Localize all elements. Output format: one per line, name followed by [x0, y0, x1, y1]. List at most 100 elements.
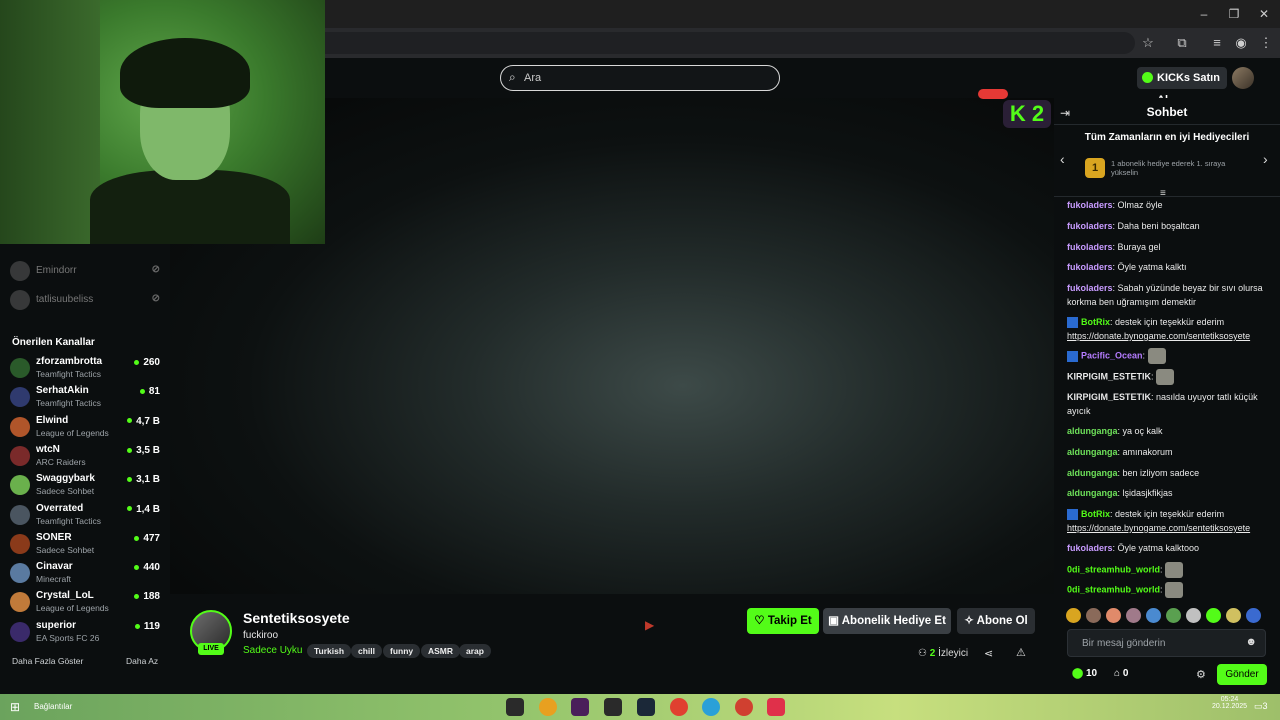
- emote-icon[interactable]: [1146, 608, 1161, 623]
- chat-username[interactable]: aldunganga: [1067, 488, 1118, 498]
- extensions-icon[interactable]: ⧉: [1172, 33, 1192, 53]
- chat-username[interactable]: BotRix: [1081, 317, 1110, 327]
- chat-username[interactable]: Pacific_Ocean: [1081, 350, 1143, 360]
- sidebar-channel[interactable]: wtcN ARC Raiders 3,5 B: [10, 443, 160, 471]
- chrome-icon[interactable]: [539, 698, 557, 716]
- tag[interactable]: arap: [459, 644, 491, 658]
- bookmarks-label[interactable]: Bağlantılar: [34, 702, 72, 711]
- chat-username[interactable]: fukoladers: [1067, 221, 1113, 231]
- send-button[interactable]: Gönder: [1217, 664, 1267, 685]
- chat-username[interactable]: KIRPIGIM_ESTETIK: [1067, 371, 1151, 381]
- chat-username[interactable]: 0di_streamhub_world: [1067, 564, 1160, 574]
- emote-icon[interactable]: [1226, 608, 1241, 623]
- close-icon[interactable]: ✕: [1256, 6, 1272, 22]
- kicks-balance[interactable]: ⬤ 10: [1072, 668, 1097, 679]
- donation-link[interactable]: https://donate.bynogame.com/sentetiksosy…: [1067, 523, 1250, 533]
- chat-username[interactable]: aldunganga: [1067, 447, 1118, 457]
- chrome-profile-icon[interactable]: [735, 698, 753, 716]
- chat-username[interactable]: aldunganga: [1067, 468, 1118, 478]
- chat-username[interactable]: 0di_streamhub_world: [1067, 584, 1160, 594]
- sidebar-followed-channel[interactable]: tatlisuubeliss ⊘: [10, 287, 160, 315]
- chat-username[interactable]: KIRPIGIM_ESTETIK: [1067, 392, 1151, 402]
- sidebar-channel[interactable]: superior EA Sports FC 26 119: [10, 619, 160, 647]
- channel-viewers: 3,1 B: [127, 474, 160, 485]
- report-icon[interactable]: ⚠: [1016, 646, 1026, 659]
- chevron-right-icon[interactable]: ›: [1263, 151, 1268, 167]
- chat-username[interactable]: fukoladers: [1067, 242, 1113, 252]
- mouse-cursor-icon: ▶: [645, 618, 655, 632]
- maximize-icon[interactable]: ❐: [1226, 6, 1242, 22]
- subscribe-button[interactable]: ✧ Abone Ol: [957, 608, 1035, 634]
- gift-sub-button[interactable]: ▣ Abonelik Hediye Et: [823, 608, 951, 634]
- tag[interactable]: chill: [351, 644, 383, 658]
- app-icon[interactable]: [506, 698, 524, 716]
- buy-kicks-button[interactable]: KICKs Satın Al: [1137, 67, 1227, 106]
- chat-username[interactable]: aldunganga: [1067, 426, 1118, 436]
- tag[interactable]: ASMR: [421, 644, 461, 658]
- windows-start-icon[interactable]: ⊞: [10, 700, 20, 714]
- channel-category: League of Legends: [36, 427, 109, 438]
- app-icon[interactable]: [571, 698, 589, 716]
- chat-settings-icon[interactable]: ⚙: [1196, 668, 1206, 681]
- sidebar-channel[interactable]: Elwind League of Legends 4,7 B: [10, 414, 160, 442]
- sidebar-channel[interactable]: Cinavar Minecraft 440: [10, 560, 160, 588]
- donation-link[interactable]: https://donate.bynogame.com/sentetiksosy…: [1067, 331, 1250, 341]
- tag[interactable]: funny: [383, 644, 421, 658]
- show-more-link[interactable]: Daha Fazla Göster: [12, 656, 83, 666]
- reading-list-icon[interactable]: ≡: [1207, 33, 1227, 53]
- browser-menu-icon[interactable]: ⋮: [1256, 33, 1276, 53]
- chat-username[interactable]: fukoladers: [1067, 283, 1113, 293]
- emote-icon[interactable]: [1126, 608, 1141, 623]
- bookmark-star-icon[interactable]: ☆: [1138, 33, 1158, 53]
- chevron-left-icon[interactable]: ‹: [1060, 151, 1065, 167]
- address-bar[interactable]: [300, 32, 1135, 54]
- chat-username[interactable]: fukoladers: [1067, 200, 1113, 210]
- profile-icon[interactable]: ◉: [1231, 33, 1251, 53]
- epic-games-icon[interactable]: [604, 698, 622, 716]
- minimize-icon[interactable]: –: [1196, 6, 1212, 22]
- notifications-icon[interactable]: ▭3: [1254, 701, 1268, 712]
- tag[interactable]: Turkish: [307, 644, 352, 658]
- emoji-icon[interactable]: ☻: [1245, 636, 1257, 648]
- sidebar-channel[interactable]: zforzambrotta Teamfight Tactics 260: [10, 355, 160, 383]
- sidebar-channel[interactable]: Crystal_LoL League of Legends 188: [10, 589, 160, 617]
- sidebar-channel[interactable]: Swaggybark Sadece Sohbet 3,1 B: [10, 472, 160, 500]
- clock[interactable]: 05:24 20.12.2025: [1212, 696, 1247, 710]
- streamer-name[interactable]: Sentetiksosyete: [243, 610, 350, 626]
- avatar: [10, 592, 30, 613]
- steam-icon[interactable]: [637, 698, 655, 716]
- share-icon[interactable]: ⋖: [984, 647, 993, 660]
- search-input[interactable]: ⌕ Ara: [500, 65, 780, 91]
- sidebar-followed-channel[interactable]: Emindorr ⊘: [10, 258, 160, 286]
- star-icon: ✧: [964, 615, 977, 627]
- emote-icon[interactable]: [1186, 608, 1201, 623]
- chat-input[interactable]: Bir mesaj gönderin ☻: [1067, 629, 1266, 657]
- viewer-count-text: 119: [143, 620, 160, 632]
- opera-icon[interactable]: [670, 698, 688, 716]
- channel-category: Minecraft: [36, 574, 71, 585]
- telegram-icon[interactable]: [702, 698, 720, 716]
- show-less-link[interactable]: Daha Az: [126, 656, 158, 666]
- channel-category: League of Legends: [36, 603, 109, 614]
- emote-icon[interactable]: [1166, 608, 1181, 623]
- emote-icon[interactable]: [1086, 608, 1101, 623]
- channel-points[interactable]: ⌂ 0: [1114, 668, 1128, 679]
- channel-viewers: 119: [134, 620, 160, 632]
- emote-icon[interactable]: [1206, 608, 1221, 623]
- chat-username[interactable]: fukoladers: [1067, 543, 1113, 553]
- heart-icon: ♡: [754, 615, 768, 627]
- chat-username[interactable]: BotRix: [1081, 509, 1110, 519]
- follow-button[interactable]: ♡ Takip Et: [747, 608, 819, 634]
- sidebar-channel[interactable]: SerhatAkin Teamfight Tactics 81: [10, 384, 160, 412]
- sidebar-channel[interactable]: SONER Sadece Sohbet 477: [10, 531, 160, 559]
- app-icon[interactable]: [767, 698, 785, 716]
- emote-icon[interactable]: [1106, 608, 1121, 623]
- sidebar-channel[interactable]: Overrated Teamfight Tactics 1,4 B: [10, 502, 160, 530]
- user-avatar[interactable]: [1232, 67, 1254, 89]
- kicks-count: 10: [1085, 668, 1098, 679]
- chat-username[interactable]: fukoladers: [1067, 262, 1113, 272]
- stream-category[interactable]: Sadece Uyku: [243, 645, 302, 656]
- emote-icon[interactable]: [1066, 608, 1081, 623]
- emote-icon[interactable]: [1246, 608, 1261, 623]
- channel-viewers: 477: [134, 533, 160, 544]
